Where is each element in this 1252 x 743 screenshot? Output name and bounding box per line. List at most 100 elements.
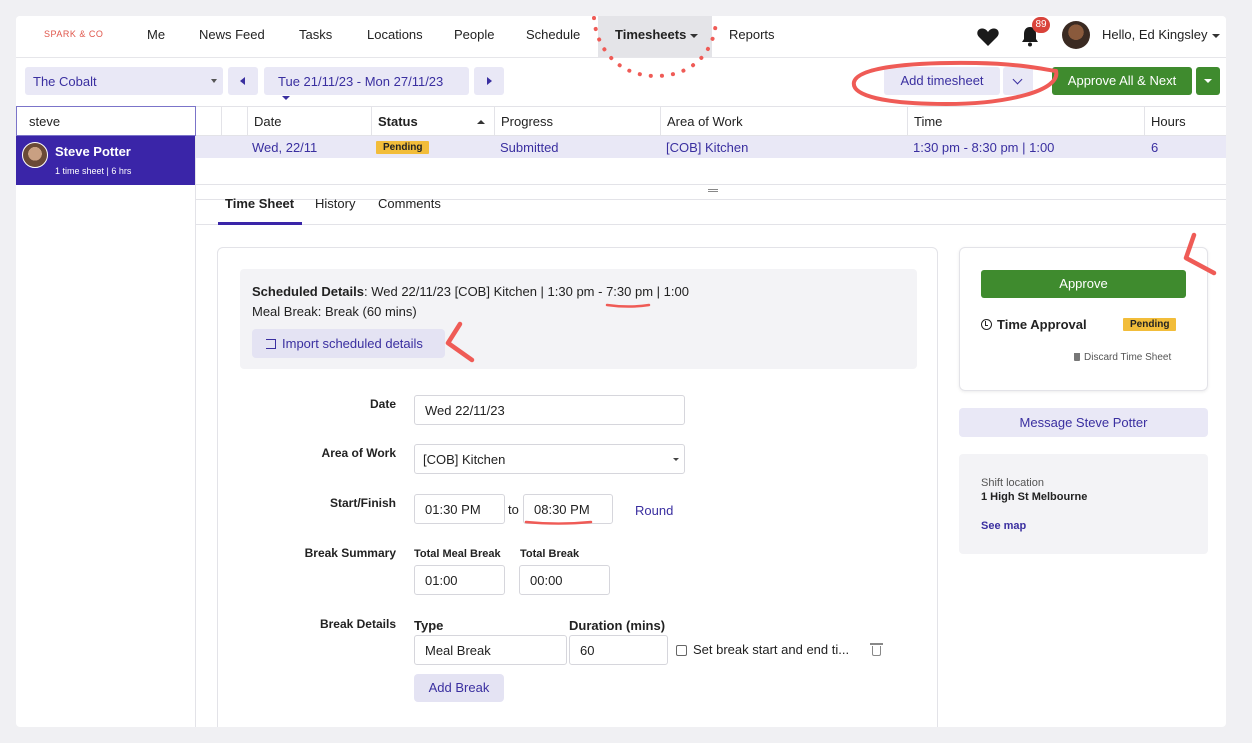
to-label: to	[508, 502, 519, 517]
time-approval-label: Time Approval	[997, 317, 1087, 332]
scheduled-end-time: 7:30 pm	[606, 284, 654, 299]
total-break-label: Total Break	[520, 548, 580, 560]
finish-time-field[interactable]: 08:30 PM	[523, 494, 613, 524]
people-panel: steve Steve Potter 1 time sheet | 6 hrs	[16, 106, 196, 727]
total-meal-break-label: Total Meal Break	[414, 548, 501, 560]
date-label: Date	[369, 397, 396, 411]
date-range-picker[interactable]: Tue 21/11/23 - Mon 27/11/23	[264, 67, 469, 100]
row-progress: Submitted	[500, 140, 559, 155]
approve-all-next-button[interactable]: Approve All & Next	[1052, 67, 1192, 95]
column-hours[interactable]: Hours	[1144, 107, 1226, 137]
user-menu[interactable]: Hello, Ed Kingsley	[1102, 27, 1220, 42]
add-timesheet-button[interactable]: Add timesheet	[884, 67, 1000, 95]
next-week-button[interactable]	[474, 67, 504, 95]
table-row[interactable]: Wed, 22/11 Pending Submitted [COB] Kitch…	[196, 136, 1226, 158]
scheduled-details-label: Scheduled Details	[252, 284, 364, 299]
table-header: Date Status Progress Area of Work Time H…	[196, 106, 1226, 137]
trash-icon	[1074, 353, 1080, 361]
round-link[interactable]: Round	[635, 503, 673, 518]
status-badge: Pending	[1123, 318, 1177, 331]
greeting-text: Hello, Ed Kingsley	[1102, 27, 1208, 42]
column-flag	[221, 107, 248, 137]
heart-icon[interactable]	[976, 26, 1000, 48]
chevron-down-icon	[1012, 74, 1023, 85]
area-of-work-label: Area of Work	[321, 446, 396, 460]
location-select[interactable]: The Cobalt	[25, 67, 223, 95]
area-of-work-select[interactable]: [COB] Kitchen	[414, 444, 685, 474]
row-time: 1:30 pm - 8:30 pm | 1:00	[913, 140, 1055, 155]
nav-people[interactable]: People	[454, 27, 494, 42]
chevron-down-icon	[1204, 79, 1212, 83]
scheduled-meal-break: Meal Break: Break (60 mins)	[252, 304, 417, 319]
nav-timesheets[interactable]: Timesheets	[615, 27, 699, 42]
break-duration-field[interactable]: 60	[569, 635, 668, 665]
date-field[interactable]: Wed 22/11/23	[414, 395, 685, 425]
see-map-link[interactable]: See map	[981, 520, 1026, 532]
location-select-value: The Cobalt	[33, 74, 97, 89]
add-timesheet-dropdown[interactable]	[1003, 67, 1033, 95]
import-scheduled-details-button[interactable]: Import scheduled details	[252, 329, 445, 358]
tab-time-sheet[interactable]: Time Sheet	[225, 196, 294, 211]
chevron-down-icon	[211, 79, 217, 83]
column-time[interactable]: Time	[907, 107, 1145, 137]
tab-comments[interactable]: Comments	[378, 196, 441, 211]
approve-button[interactable]: Approve	[981, 270, 1186, 298]
user-avatar[interactable]	[1062, 21, 1090, 49]
nav-locations[interactable]: Locations	[367, 27, 423, 42]
nav-news-feed[interactable]: News Feed	[199, 27, 265, 42]
column-select[interactable]	[196, 107, 222, 137]
scheduled-details-c: | 1:00	[653, 284, 689, 299]
start-finish-label: Start/Finish	[329, 496, 396, 510]
search-input[interactable]: steve	[16, 106, 196, 136]
brand-logo[interactable]: SPARK & CO	[44, 29, 103, 39]
import-icon	[266, 339, 276, 349]
shift-location-value: 1 High St Melbourne	[981, 491, 1088, 503]
person-list-item[interactable]: Steve Potter 1 time sheet | 6 hrs	[16, 136, 195, 185]
discard-timesheet-label: Discard Time Sheet	[1084, 352, 1172, 363]
break-type-field[interactable]: Meal Break	[414, 635, 567, 665]
total-break-field[interactable]: 00:00	[519, 565, 610, 595]
nav-reports[interactable]: Reports	[729, 27, 775, 42]
toolbar: The Cobalt Tue 21/11/23 - Mon 27/11/23 A…	[16, 58, 1226, 106]
approve-all-dropdown[interactable]	[1196, 67, 1220, 95]
nav-me[interactable]: Me	[147, 27, 165, 42]
column-status-label: Status	[378, 114, 418, 129]
break-duration-label: Duration (mins)	[569, 618, 666, 633]
break-details-label: Break Details	[319, 617, 396, 631]
active-tab-indicator	[218, 222, 302, 225]
total-meal-break-field[interactable]: 01:00	[414, 565, 505, 595]
previous-week-button[interactable]	[228, 67, 258, 95]
column-date[interactable]: Date	[247, 107, 372, 137]
chevron-down-icon	[1211, 33, 1220, 38]
trash-icon[interactable]	[870, 643, 883, 656]
column-progress[interactable]: Progress	[494, 107, 661, 137]
status-badge: Pending	[376, 141, 430, 154]
nav-tasks[interactable]: Tasks	[299, 27, 332, 42]
nav-timesheets-label: Timesheets	[615, 27, 687, 42]
discard-timesheet-link[interactable]: Discard Time Sheet	[1074, 352, 1171, 363]
arrow-right-icon	[487, 77, 492, 85]
tab-history[interactable]: History	[315, 196, 355, 211]
start-time-field[interactable]: 01:30 PM	[414, 494, 505, 524]
approval-card: Approve Time Approval Pending Discard Ti…	[959, 247, 1208, 391]
arrow-left-icon	[240, 77, 245, 85]
add-break-button[interactable]: Add Break	[414, 674, 504, 702]
clock-icon	[981, 319, 992, 330]
break-type-label: Type	[414, 618, 444, 633]
scheduled-details-text: Scheduled Details: Wed 22/11/23 [COB] Ki…	[252, 284, 689, 299]
break-summary-label: Break Summary	[304, 546, 396, 560]
time-approval-heading: Time Approval	[981, 317, 1087, 332]
column-status[interactable]: Status	[371, 107, 495, 137]
row-area: [COB] Kitchen	[666, 140, 749, 155]
set-break-times-checkbox[interactable]	[676, 645, 687, 656]
column-area-of-work[interactable]: Area of Work	[660, 107, 908, 137]
sort-ascending-icon	[477, 120, 485, 124]
person-name: Steve Potter	[55, 144, 131, 159]
scheduled-details-a: : Wed 22/11/23 [COB] Kitchen | 1:30 pm -	[363, 284, 607, 299]
date-range-value: Tue 21/11/23 - Mon 27/11/23	[278, 74, 444, 89]
message-person-button[interactable]: Message Steve Potter	[959, 408, 1208, 437]
chevron-down-icon	[282, 95, 290, 100]
app-window: SPARK & CO Me News Feed Tasks Locations …	[16, 16, 1226, 727]
shift-location-card: Shift location 1 High St Melbourne See m…	[959, 454, 1208, 554]
nav-schedule[interactable]: Schedule	[526, 27, 580, 42]
